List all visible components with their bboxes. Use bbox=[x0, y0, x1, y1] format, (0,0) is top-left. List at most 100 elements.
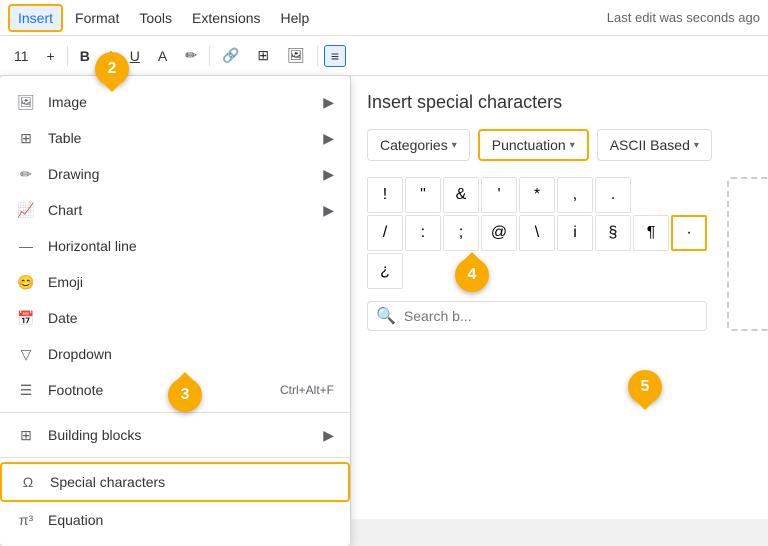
categories-chevron: ▾ bbox=[452, 140, 457, 151]
menu-item-drawing-label: Drawing bbox=[48, 166, 99, 182]
char-grid: ! " & ' * , . / : ; @ \ i § ¶ bbox=[367, 177, 707, 289]
annotation-bubble-3: 3 bbox=[168, 378, 202, 412]
menu-item-special-chars[interactable]: Ω Special characters bbox=[0, 462, 350, 502]
edit-status: Last edit was seconds ago bbox=[607, 10, 760, 25]
menu-item-dropdown[interactable]: ▽ Dropdown bbox=[0, 336, 350, 372]
ascii-based-button[interactable]: ASCII Based ▾ bbox=[597, 129, 712, 161]
bubble-5-label: 5 bbox=[641, 378, 650, 396]
panel-title: Insert special characters bbox=[367, 92, 752, 113]
link-button[interactable]: 🔗 bbox=[216, 45, 245, 66]
annotation-bubble-5: 5 bbox=[628, 370, 662, 404]
table-button[interactable]: ⊞ bbox=[251, 45, 275, 66]
punctuation-button[interactable]: Punctuation ▾ bbox=[478, 129, 589, 161]
char-cell[interactable]: \ bbox=[519, 215, 555, 251]
search-icon: 🔍 bbox=[376, 306, 396, 326]
menu-tools[interactable]: Tools bbox=[131, 6, 180, 30]
strikethrough-button[interactable]: A bbox=[152, 46, 173, 66]
menu-item-hline[interactable]: — Horizontal line bbox=[0, 228, 350, 264]
font-size[interactable]: 11 bbox=[8, 46, 35, 66]
menu-item-building-blocks-label: Building blocks bbox=[48, 427, 141, 443]
menu-insert[interactable]: Insert bbox=[8, 4, 63, 32]
char-cell-selected[interactable]: · bbox=[671, 215, 707, 251]
char-cell[interactable]: @ bbox=[481, 215, 517, 251]
char-cell[interactable]: : bbox=[405, 215, 441, 251]
menu-item-table[interactable]: ⊞ Table ▶ bbox=[0, 120, 350, 156]
menu-item-dropdown-label: Dropdown bbox=[48, 346, 112, 362]
drawing-icon: ✏ bbox=[16, 164, 36, 184]
char-cell-empty bbox=[633, 177, 669, 213]
menu-item-chart-label: Chart bbox=[48, 202, 82, 218]
toolbar-sep-2 bbox=[209, 46, 210, 66]
menu-bar: Insert Format Tools Extensions Help Last… bbox=[0, 0, 768, 36]
dropdown-icon: ▽ bbox=[16, 344, 36, 364]
footnote-shortcut: Ctrl+Alt+F bbox=[280, 383, 334, 397]
bubble-3-label: 3 bbox=[181, 386, 190, 404]
punctuation-label: Punctuation bbox=[492, 137, 566, 153]
chart-icon: 📈 bbox=[16, 200, 36, 220]
menu-item-equation-label: Equation bbox=[48, 512, 103, 528]
font-size-plus[interactable]: + bbox=[41, 46, 61, 66]
menu-help[interactable]: Help bbox=[273, 6, 318, 30]
ascii-label: ASCII Based bbox=[610, 137, 690, 153]
menu-item-date[interactable]: 📅 Date bbox=[0, 300, 350, 336]
arrow-icon-table: ▶ bbox=[323, 130, 334, 147]
arrow-icon-chart: ▶ bbox=[323, 202, 334, 219]
align-button[interactable]: ≡ bbox=[324, 45, 346, 67]
toolbar-sep-3 bbox=[317, 46, 318, 66]
char-cell[interactable]: ' bbox=[481, 177, 517, 213]
menu-item-emoji[interactable]: 😊 Emoji bbox=[0, 264, 350, 300]
menu-item-image-label: Image bbox=[48, 94, 87, 110]
menu-item-footnote-label: Footnote bbox=[48, 382, 103, 398]
drawing-placeholder: Dr... bbox=[727, 177, 768, 331]
image-button[interactable]: 🖼 bbox=[281, 45, 311, 66]
text-color-button[interactable]: ✏ bbox=[179, 45, 203, 66]
char-cell-empty2 bbox=[671, 177, 707, 213]
building-blocks-icon: ⊞ bbox=[16, 425, 36, 445]
special-chars-icon: Ω bbox=[18, 472, 38, 492]
char-cell[interactable]: , bbox=[557, 177, 593, 213]
hline-icon: — bbox=[16, 236, 36, 256]
arrow-icon-drawing: ▶ bbox=[323, 166, 334, 183]
menu-item-image[interactable]: 🖼 Image ▶ bbox=[0, 84, 350, 120]
menu-extensions[interactable]: Extensions bbox=[184, 6, 268, 30]
char-cell[interactable]: ! bbox=[367, 177, 403, 213]
emoji-icon: 😊 bbox=[16, 272, 36, 292]
menu-item-drawing[interactable]: ✏ Drawing ▶ bbox=[0, 156, 350, 192]
punctuation-chevron: ▾ bbox=[570, 140, 575, 151]
menu-divider-2 bbox=[0, 457, 350, 458]
menu-item-equation[interactable]: π³ Equation bbox=[0, 502, 350, 538]
menu-item-building-blocks[interactable]: ⊞ Building blocks ▶ bbox=[0, 417, 350, 453]
char-cell[interactable]: . bbox=[595, 177, 631, 213]
menu-format[interactable]: Format bbox=[67, 6, 127, 30]
equation-icon: π³ bbox=[16, 510, 36, 530]
categories-label: Categories bbox=[380, 137, 448, 153]
arrow-icon: ▶ bbox=[323, 94, 334, 111]
char-cell[interactable]: ¿ bbox=[367, 253, 403, 289]
bold-button[interactable]: B bbox=[74, 46, 96, 66]
insert-dropdown-menu: 🖼 Image ▶ ⊞ Table ▶ ✏ Drawing ▶ 📈 Chart … bbox=[0, 76, 350, 546]
menu-item-table-label: Table bbox=[48, 130, 81, 146]
image-icon: 🖼 bbox=[16, 92, 36, 112]
ascii-chevron: ▾ bbox=[694, 140, 699, 151]
search-area: 🔍 bbox=[367, 301, 707, 331]
menu-item-chart[interactable]: 📈 Chart ▶ bbox=[0, 192, 350, 228]
search-input[interactable] bbox=[404, 308, 698, 324]
main-layout: 🖼 Image ▶ ⊞ Table ▶ ✏ Drawing ▶ 📈 Chart … bbox=[0, 76, 768, 519]
char-cell[interactable]: ¶ bbox=[633, 215, 669, 251]
categories-button[interactable]: Categories ▾ bbox=[367, 129, 470, 161]
char-cell[interactable]: / bbox=[367, 215, 403, 251]
menu-divider bbox=[0, 412, 350, 413]
bubble-4-label: 4 bbox=[468, 266, 477, 284]
toolbar-sep-1 bbox=[67, 46, 68, 66]
char-cell[interactable]: " bbox=[405, 177, 441, 213]
char-cell[interactable]: * bbox=[519, 177, 555, 213]
menu-item-date-label: Date bbox=[48, 310, 78, 326]
panel-controls: Categories ▾ Punctuation ▾ ASCII Based ▾ bbox=[367, 129, 752, 161]
annotation-bubble-2: 2 bbox=[95, 52, 129, 86]
char-cell[interactable]: i bbox=[557, 215, 593, 251]
char-cell[interactable]: § bbox=[595, 215, 631, 251]
annotation-bubble-4: 4 bbox=[455, 258, 489, 292]
arrow-icon-bb: ▶ bbox=[323, 427, 334, 444]
menu-item-emoji-label: Emoji bbox=[48, 274, 83, 290]
char-cell[interactable]: & bbox=[443, 177, 479, 213]
